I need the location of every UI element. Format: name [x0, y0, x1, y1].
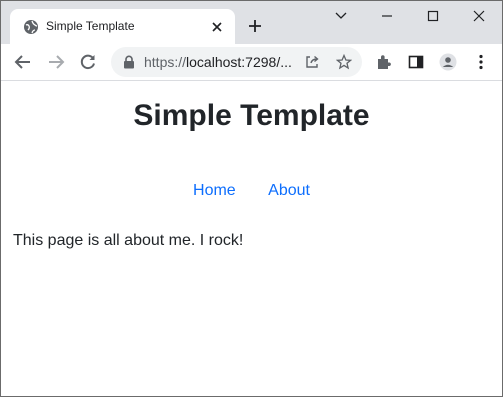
- url-host: localhost:7298/...: [186, 54, 292, 70]
- new-tab-icon[interactable]: [247, 18, 263, 34]
- lock-icon[interactable]: [123, 55, 135, 69]
- page-body-text: This page is all about me. I rock!: [13, 232, 244, 249]
- browser-window: Simple Template https://localhost:7298/.…: [0, 0, 503, 397]
- page-title: Simple Template: [133, 99, 370, 132]
- site-nav: Home About: [1, 182, 502, 200]
- extensions-icon[interactable]: [375, 53, 393, 71]
- url-text: https://localhost:7298/...: [144, 54, 292, 70]
- minimize-icon[interactable]: [377, 8, 397, 24]
- maximize-icon[interactable]: [423, 8, 443, 24]
- url-scheme: https://: [144, 54, 187, 70]
- close-window-icon[interactable]: [469, 8, 489, 24]
- close-tab-icon[interactable]: [209, 19, 225, 35]
- page-content: Simple Template Home About This page is …: [1, 81, 502, 396]
- browser-tab[interactable]: Simple Template: [10, 9, 235, 44]
- profile-avatar-icon[interactable]: [439, 53, 457, 71]
- title-bar: Simple Template: [1, 1, 502, 44]
- browser-toolbar: https://localhost:7298/...: [1, 44, 502, 81]
- nav-link-about[interactable]: About: [268, 182, 310, 200]
- back-arrow-icon[interactable]: [14, 53, 32, 71]
- star-icon[interactable]: [336, 54, 352, 70]
- globe-icon: [24, 20, 38, 34]
- tab-title: Simple Template: [46, 19, 135, 33]
- reload-icon[interactable]: [79, 53, 97, 71]
- nav-link-home[interactable]: Home: [193, 182, 236, 200]
- chevron-down-icon[interactable]: [331, 8, 351, 24]
- share-icon[interactable]: [304, 54, 320, 70]
- more-menu-icon[interactable]: [472, 53, 490, 71]
- address-bar[interactable]: https://localhost:7298/...: [111, 47, 362, 77]
- side-panel-icon[interactable]: [407, 53, 425, 71]
- forward-arrow-icon[interactable]: [47, 53, 65, 71]
